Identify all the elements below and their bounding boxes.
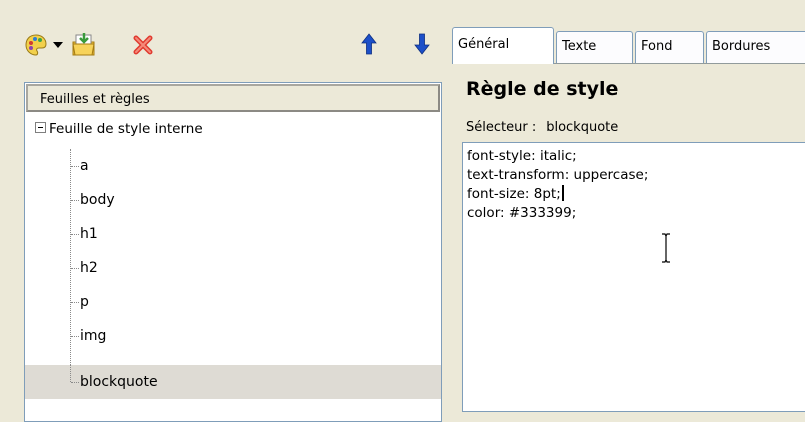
import-icon[interactable]: [70, 30, 98, 58]
tree-item-label: img: [80, 328, 107, 344]
delete-icon[interactable]: [132, 34, 154, 56]
tree-item-body[interactable]: body: [25, 183, 441, 217]
tab-text[interactable]: Texte: [556, 31, 633, 63]
text-caret: [561, 185, 564, 201]
tree-item-blockquote[interactable]: blockquote: [25, 365, 441, 399]
tree-item-h2[interactable]: h2: [25, 251, 441, 285]
tree-item-p[interactable]: p: [25, 285, 441, 319]
tree-item-a[interactable]: a: [25, 149, 441, 183]
css-declarations-editor[interactable]: font-style: italic; text-transform: uppe…: [462, 142, 805, 412]
code-line-with-caret: font-size: 8pt;: [467, 185, 805, 204]
selector-label: Sélecteur :: [466, 120, 537, 135]
tree-item-label: body: [80, 192, 115, 208]
tree-root-label: Feuille de style interne: [49, 121, 203, 137]
ibeam-cursor-icon: [661, 233, 671, 267]
tree-item-label: h1: [80, 226, 98, 242]
palette-icon[interactable]: [24, 33, 48, 57]
selector-value: blockquote: [546, 120, 619, 135]
tree-column-header[interactable]: Feuilles et règles: [26, 84, 440, 112]
stylesheet-tree[interactable]: Feuilles et règles Feuille de style inte…: [24, 82, 442, 422]
tab-general[interactable]: Général: [452, 27, 554, 64]
collapse-toggle-icon[interactable]: [35, 122, 46, 133]
tree-item-label: p: [80, 294, 89, 310]
selector-row: Sélecteur : blockquote: [466, 120, 618, 135]
tree-item-h1[interactable]: h1: [25, 217, 441, 251]
tree-item-label: h2: [80, 260, 98, 276]
tab-borders[interactable]: Bordures: [706, 31, 805, 63]
tree-item-label: a: [80, 158, 89, 174]
tree-item-label: blockquote: [80, 374, 158, 390]
code-line-text: font-size: 8pt;: [467, 186, 561, 202]
code-line: text-transform: uppercase;: [467, 167, 649, 183]
code-line: color: #333399;: [467, 205, 577, 221]
dropdown-arrow-icon[interactable]: [53, 42, 63, 49]
move-down-icon[interactable]: [414, 33, 430, 55]
code-line: font-style: italic;: [467, 148, 577, 164]
move-up-icon[interactable]: [361, 33, 377, 55]
tree-item-img[interactable]: img: [25, 319, 441, 353]
tab-background[interactable]: Fond: [635, 31, 704, 63]
page-title: Règle de style: [466, 78, 619, 100]
